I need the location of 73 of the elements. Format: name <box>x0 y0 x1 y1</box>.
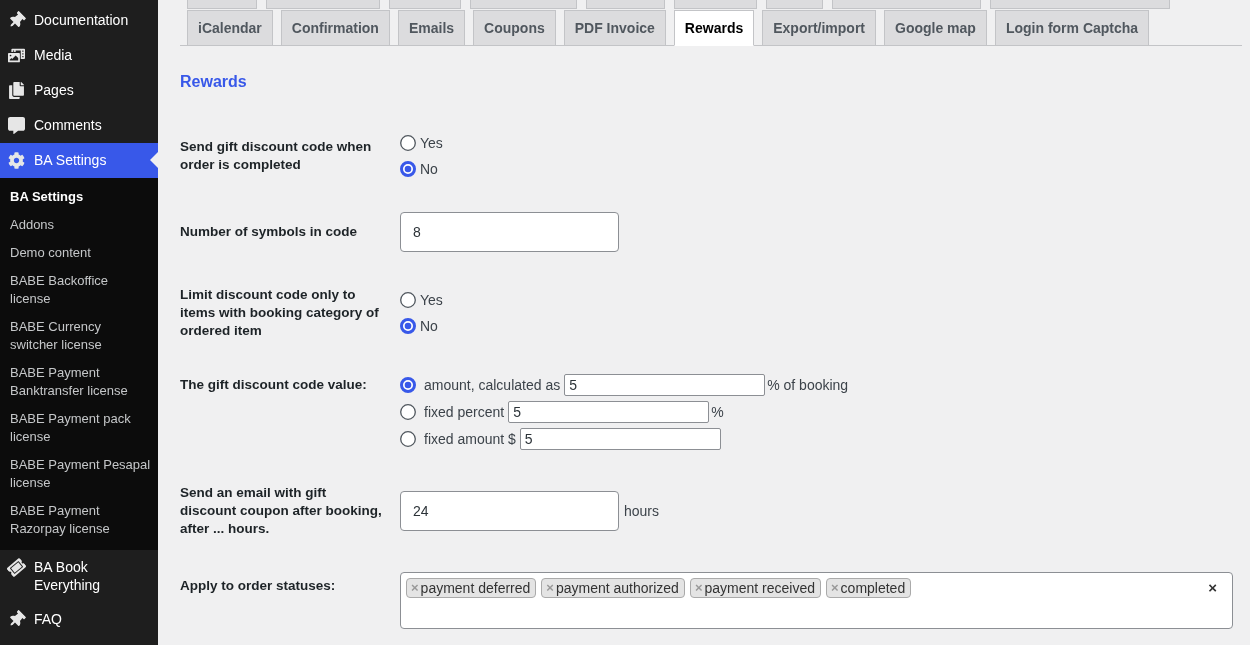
submenu-item[interactable]: BABE Payment pack license <box>0 405 158 451</box>
tab[interactable] <box>266 0 380 9</box>
text-field[interactable]: 8 <box>400 212 619 252</box>
ticket-icon <box>6 557 26 577</box>
option-label[interactable]: fixed amount $ <box>424 430 516 448</box>
text-field[interactable]: 5 <box>508 401 710 423</box>
tag-label: payment received <box>704 579 815 597</box>
radio-button[interactable] <box>400 431 416 447</box>
radio-button[interactable] <box>400 404 416 420</box>
submenu-item[interactable]: BA Settings <box>0 183 158 211</box>
field-label: Limit discount code only to items with booking category of ordered item <box>180 286 380 340</box>
tag-label: payment authorized <box>555 579 679 597</box>
sidebar-item[interactable]: FAQ <box>0 602 158 637</box>
sidebar-item[interactable]: Documentation <box>0 3 158 38</box>
sidebar-item[interactable]: Comments <box>0 108 158 143</box>
field-label: The gift discount code value: <box>180 376 368 394</box>
pages-icon <box>6 80 26 100</box>
tab[interactable] <box>990 0 1170 9</box>
tab[interactable]: Confirmation <box>280 10 390 46</box>
tab[interactable] <box>389 0 461 9</box>
tab[interactable]: Emails <box>397 10 466 46</box>
option-label[interactable]: No <box>420 317 438 335</box>
radio-button[interactable] <box>400 318 416 334</box>
text-field[interactable]: 5 <box>519 428 721 450</box>
unit-label: hours <box>624 502 660 520</box>
submenu-item[interactable]: BABE Backoffice license <box>0 267 158 313</box>
tab[interactable] <box>832 0 981 9</box>
tab[interactable]: iCalendar <box>187 10 273 46</box>
text-field[interactable]: 5 <box>564 374 766 396</box>
settings-icon <box>6 150 26 170</box>
field-label: Send an email with gift discount coupon after booking, after ... hours. <box>180 484 383 538</box>
unit-label: % of booking <box>767 376 849 394</box>
sidebar-item[interactable]: Pages <box>0 73 158 108</box>
comment-icon <box>6 115 26 135</box>
multi-select-field[interactable]: ×payment deferred ×payment authorized ×payment received ×completed × <box>400 572 1233 629</box>
text-field[interactable]: 24 <box>400 491 619 531</box>
tab[interactable]: Export/import <box>762 10 876 46</box>
radio-button[interactable] <box>400 135 416 151</box>
submenu-item[interactable]: Addons <box>0 211 158 239</box>
tab[interactable] <box>766 0 823 9</box>
tab[interactable]: Google map <box>884 10 987 46</box>
sidebar-item[interactable]: Media <box>0 38 158 73</box>
submenu-item[interactable]: BABE Payment Pesapal license <box>0 451 158 497</box>
tab[interactable]: Coupons <box>473 10 556 46</box>
tag-label: completed <box>840 579 906 597</box>
field-label: Send gift discount code when order is completed <box>180 138 373 174</box>
section-title: Rewards <box>180 72 248 92</box>
radio-button[interactable] <box>400 161 416 177</box>
sidebar-item[interactable]: BA Book Everything <box>0 550 158 602</box>
tab[interactable] <box>470 0 577 9</box>
option-label[interactable]: Yes <box>420 291 443 309</box>
tag-label: payment deferred <box>420 579 531 597</box>
submenu-item[interactable]: BABE Payment Razorpay license <box>0 497 158 543</box>
field-label: Number of symbols in code <box>180 223 359 241</box>
unit-label: % <box>711 403 724 421</box>
tab[interactable] <box>187 0 257 9</box>
submenu-item[interactable]: Demo content <box>0 239 158 267</box>
tab[interactable]: Login form Captcha <box>994 10 1150 46</box>
tab[interactable] <box>674 0 757 9</box>
field-label: Apply to order statuses: <box>180 577 337 595</box>
sidebar-item[interactable]: BA Settings <box>0 143 158 178</box>
tab[interactable] <box>586 0 665 9</box>
option-label[interactable]: fixed percent <box>424 403 505 421</box>
radio-button[interactable] <box>400 377 416 393</box>
tab[interactable]: Rewards <box>673 10 755 46</box>
tab[interactable]: PDF Invoice <box>563 10 666 46</box>
clear-button[interactable]: × <box>1208 579 1217 597</box>
option-label[interactable]: Yes <box>420 134 443 152</box>
submenu-item[interactable]: BABE Currency switcher license <box>0 313 158 359</box>
option-label[interactable]: amount, calculated as <box>424 376 561 394</box>
option-label[interactable]: No <box>420 160 438 178</box>
radio-button[interactable] <box>400 292 416 308</box>
submenu-item[interactable]: BABE Payment Banktransfer license <box>0 359 158 405</box>
